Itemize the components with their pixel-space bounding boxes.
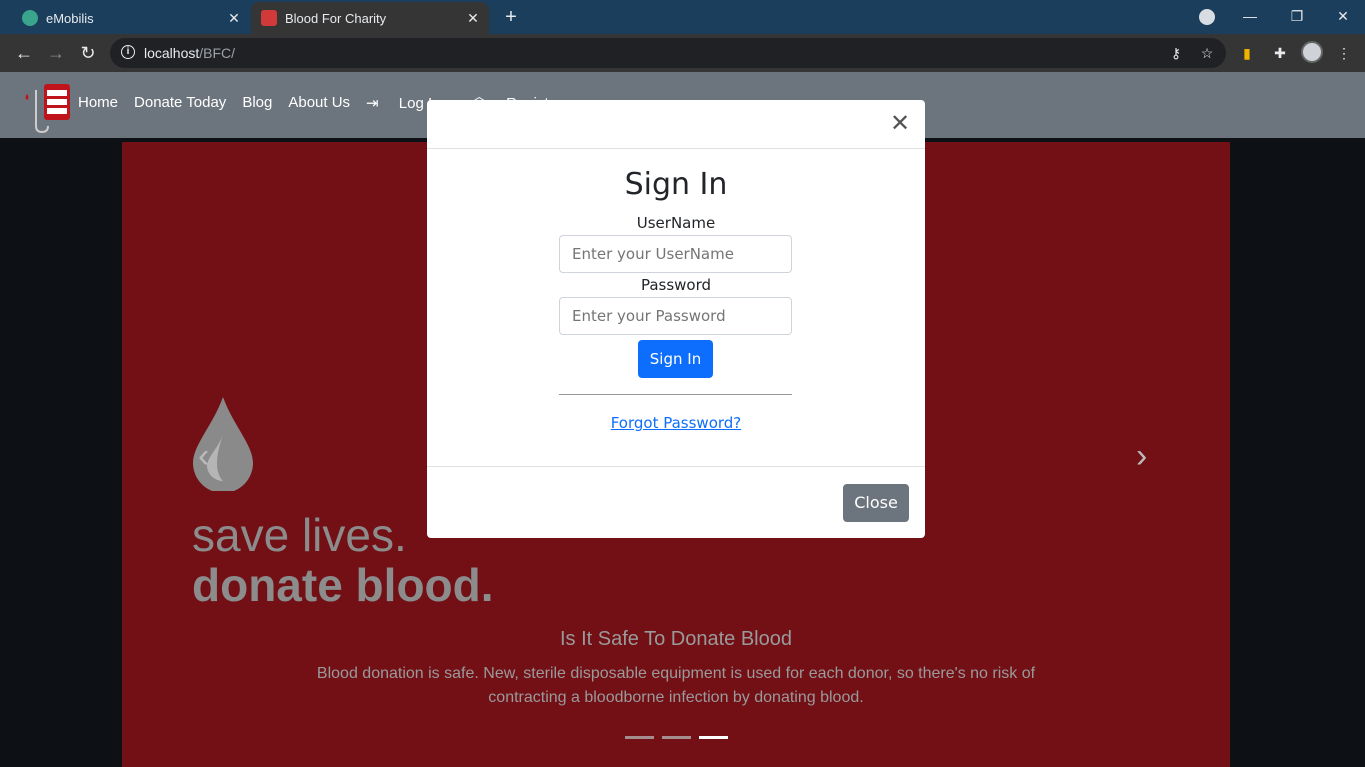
- login-icon: ⇥: [366, 95, 383, 112]
- info-icon[interactable]: i: [121, 45, 135, 59]
- close-window-button[interactable]: ✕: [1323, 4, 1363, 28]
- password-label: Password: [640, 276, 712, 294]
- back-icon[interactable]: ←: [13, 42, 35, 64]
- address-bar[interactable]: i localhost/BFC/ ⚷ ☆: [110, 38, 1226, 68]
- forward-icon[interactable]: →: [45, 42, 67, 64]
- browser-tab-bar: eMobilis ✕ Blood For Charity ✕ + — ❐ ✕: [0, 0, 1365, 34]
- emobilis-favicon-icon: [22, 10, 38, 26]
- analytics-extension-icon[interactable]: ▮: [1235, 41, 1259, 65]
- carousel-indicator-3[interactable]: [699, 736, 728, 739]
- username-input[interactable]: [559, 235, 792, 273]
- nav-home-link[interactable]: Home: [78, 94, 118, 112]
- profile-avatar[interactable]: [1301, 41, 1323, 63]
- bfc-favicon-icon: [261, 10, 277, 26]
- forgot-password-link[interactable]: Forgot Password?: [427, 414, 925, 432]
- carousel-indicators: [625, 736, 728, 739]
- hero-line2: donate blood.: [192, 559, 494, 611]
- nav-about-link[interactable]: About Us: [288, 94, 350, 112]
- blood-for-charity-logo[interactable]: [22, 80, 72, 134]
- menu-kebab-icon[interactable]: ⋮: [1332, 41, 1356, 65]
- sign-in-button[interactable]: Sign In: [638, 340, 713, 378]
- hero-line1: save lives.: [192, 509, 407, 561]
- close-button[interactable]: Close: [843, 484, 909, 522]
- browser-toolbar: ← → ↻ i localhost/BFC/ ⚷ ☆ ▮ ✚ ⋮: [0, 34, 1365, 72]
- minimize-button[interactable]: —: [1230, 4, 1270, 28]
- close-icon[interactable]: ✕: [889, 111, 911, 135]
- url-path: /BFC/: [199, 45, 236, 61]
- restore-button[interactable]: ❐: [1277, 4, 1317, 28]
- browser-tab-blood-for-charity[interactable]: Blood For Charity ✕: [251, 2, 489, 34]
- sign-in-modal: ✕ Sign In UserName Password Sign In Forg…: [427, 100, 925, 538]
- modal-body: Sign In UserName Password Sign In Forgot…: [427, 149, 925, 467]
- carousel-next-icon[interactable]: ›: [1136, 439, 1147, 473]
- username-label: UserName: [636, 214, 716, 232]
- close-tab-icon[interactable]: ✕: [465, 10, 481, 26]
- divider: [559, 394, 792, 395]
- url-host: localhost: [144, 45, 200, 61]
- browser-tab-emobilis[interactable]: eMobilis ✕: [12, 2, 250, 34]
- tab-title: Blood For Charity: [285, 10, 387, 26]
- carousel-indicator-2[interactable]: [662, 736, 691, 739]
- modal-title: Sign In: [624, 167, 728, 202]
- caption-text: Blood donation is safe. New, sterile dis…: [316, 665, 1036, 706]
- tab-search-icon[interactable]: [1199, 9, 1215, 25]
- carousel-prev-icon[interactable]: ‹: [198, 439, 209, 473]
- reload-icon[interactable]: ↻: [77, 42, 99, 64]
- extensions-puzzle-icon[interactable]: ✚: [1268, 41, 1292, 65]
- key-icon[interactable]: ⚷: [1167, 44, 1185, 62]
- modal-header: ✕: [427, 100, 925, 149]
- nav-donate-link[interactable]: Donate Today: [134, 94, 226, 112]
- nav-blog-link[interactable]: Blog: [242, 94, 272, 112]
- close-tab-icon[interactable]: ✕: [226, 10, 242, 26]
- password-input[interactable]: [559, 297, 792, 335]
- carousel-indicator-1[interactable]: [625, 736, 654, 739]
- tab-title: eMobilis: [46, 10, 94, 26]
- url-text: localhost/BFC/: [144, 45, 235, 61]
- star-icon[interactable]: ☆: [1198, 44, 1216, 62]
- caption-title: Is It Safe To Donate Blood: [559, 628, 792, 650]
- new-tab-button[interactable]: +: [500, 6, 522, 28]
